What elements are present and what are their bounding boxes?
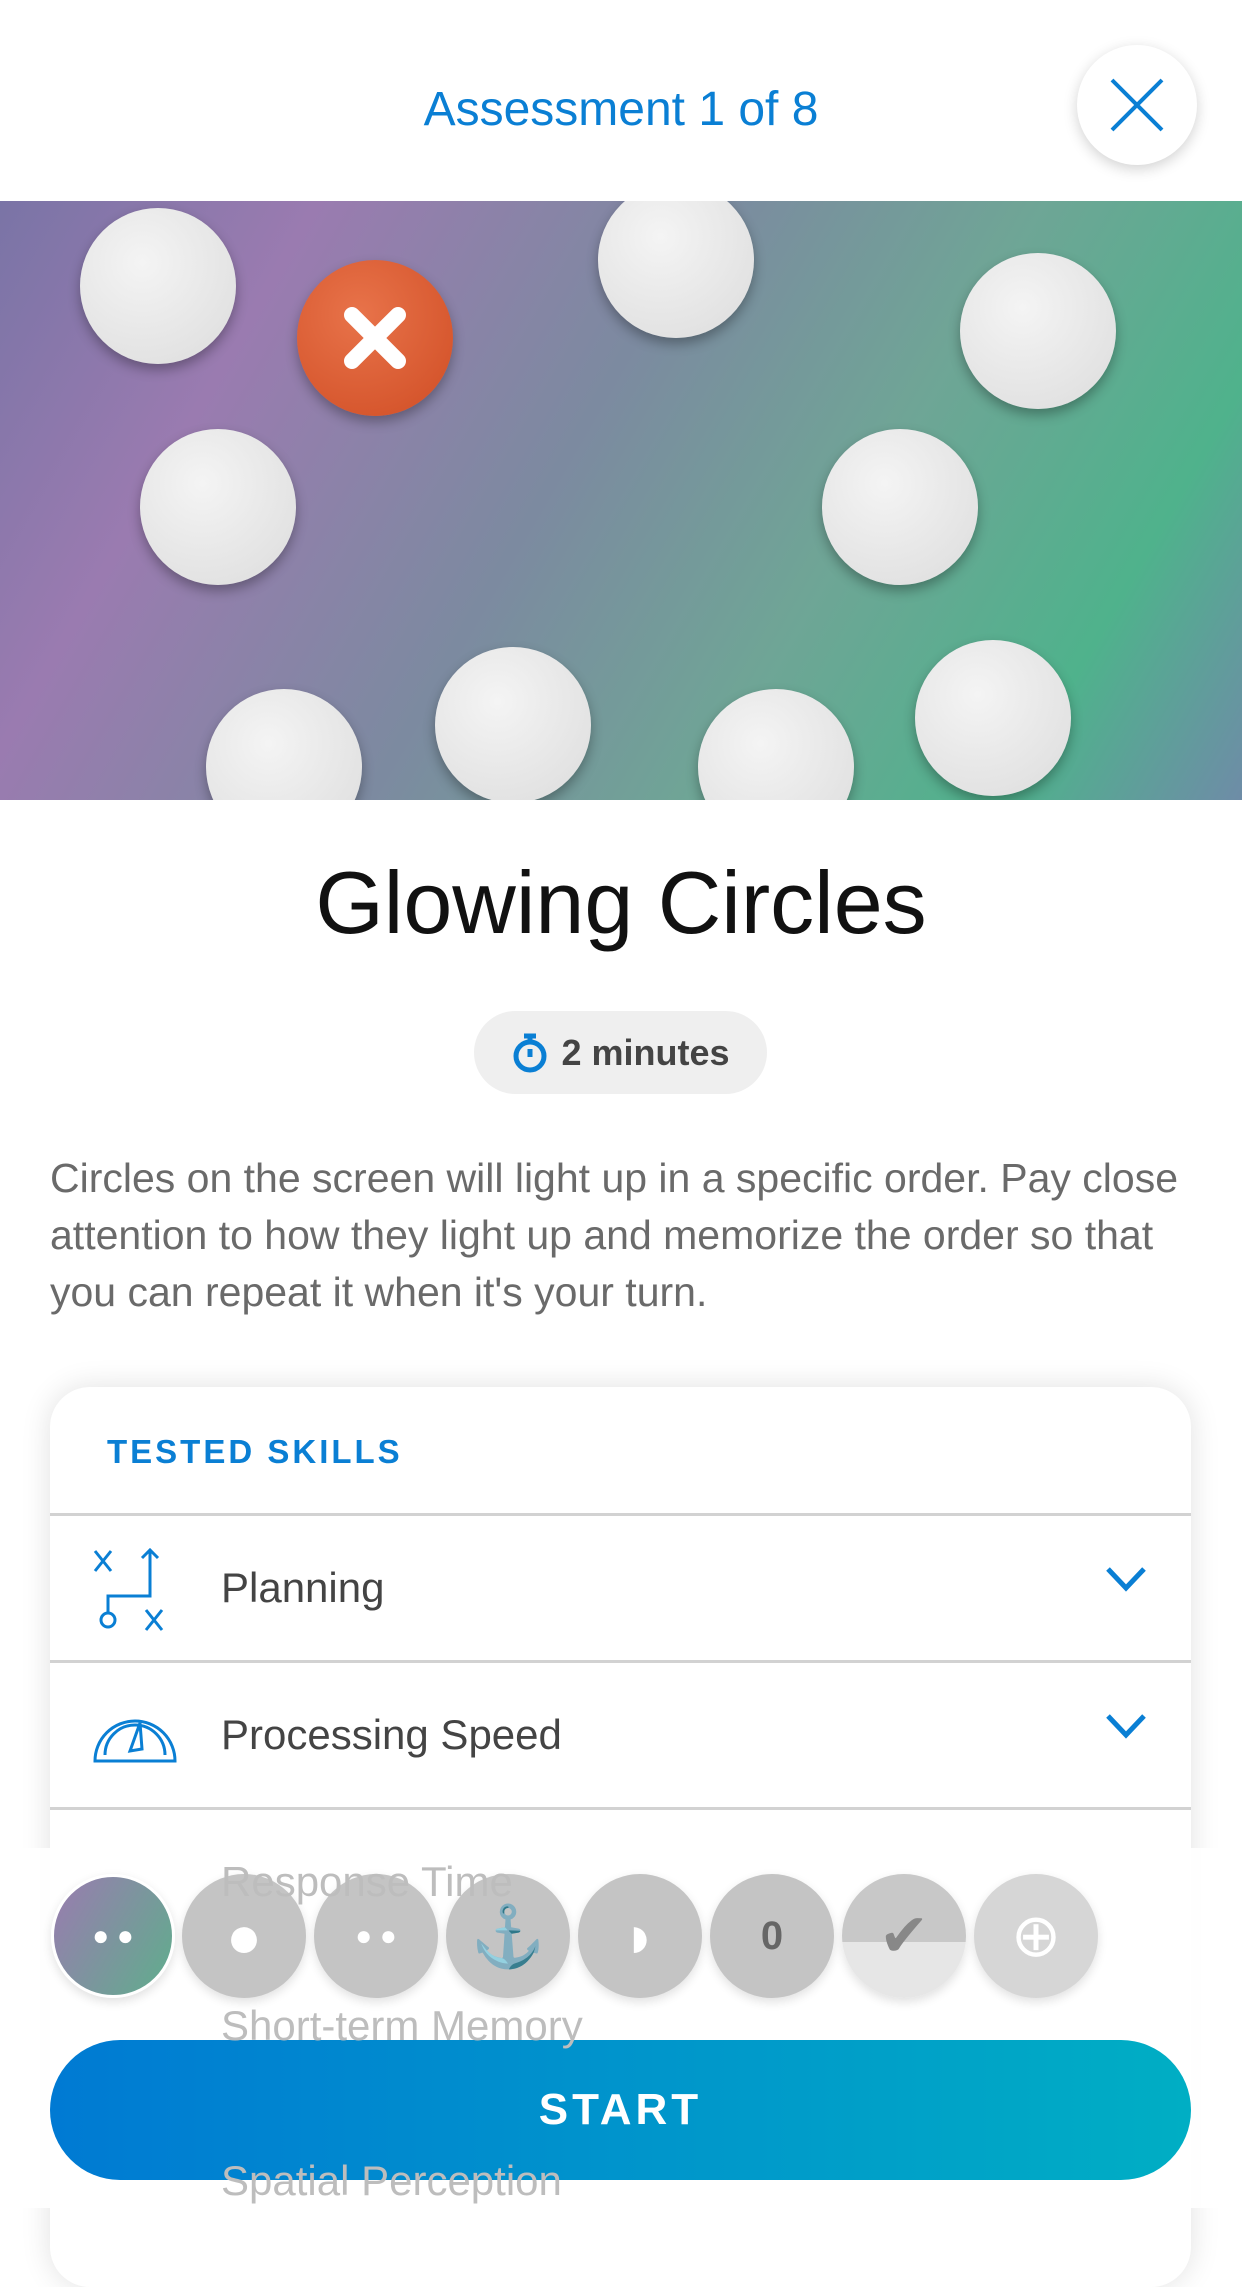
duration-badge: 2 minutes [474, 1011, 767, 1094]
assessment-thumb-8[interactable]: ⊕ [974, 1874, 1098, 1998]
speedometer-icon [93, 1719, 177, 1763]
close-button[interactable] [1077, 45, 1197, 165]
circle [80, 208, 236, 364]
anchor-icon: ⚓ [470, 1902, 546, 1970]
circle [140, 429, 296, 585]
error-circle [297, 260, 453, 416]
skill-label: Spatial Perception [221, 2157, 562, 2204]
circle [698, 689, 854, 800]
skill-label: Processing Speed [221, 1711, 562, 1758]
checkmark-icon: ✔ [878, 1902, 930, 1969]
watermelon-icon: ◗ [621, 1902, 659, 1970]
planning-icon [93, 1547, 164, 1631]
skill-label: Short-term Memory [221, 2002, 583, 2049]
skill-label: Planning [221, 1564, 385, 1611]
number-dial-icon: 0 [760, 1913, 784, 1958]
chevron-down-icon[interactable] [1105, 1566, 1147, 1592]
stopwatch-icon [513, 1033, 547, 1072]
x-icon [344, 307, 406, 369]
assessment-thumb-7[interactable]: ✔ [842, 1874, 966, 1998]
circle [915, 640, 1071, 796]
skills-heading: TESTED SKILLS [107, 1433, 403, 1470]
circles-icon: ● ● [355, 1920, 397, 1951]
circles-icon: ● ● [92, 1920, 134, 1951]
circle-x-icon: ● [225, 1902, 263, 1970]
game-preview-image [0, 201, 1242, 800]
skill-label: Response Time [221, 1858, 513, 1905]
game-title: Glowing Circles [315, 853, 927, 952]
crosshair-icon: ⊕ [1010, 1902, 1062, 1969]
assessment-thumb-glowing-circles[interactable]: ● ● [51, 1874, 175, 1998]
assessment-thumb-6[interactable]: 0 [710, 1874, 834, 1998]
close-icon [1110, 78, 1164, 132]
duration-text: 2 minutes [561, 1031, 730, 1073]
skill-row-processing-speed[interactable]: Processing Speed [50, 1660, 1191, 1807]
circle [435, 647, 591, 800]
circle [960, 253, 1116, 409]
chevron-down-icon[interactable] [1105, 1713, 1147, 1739]
assessment-thumb-5[interactable]: ◗ [578, 1874, 702, 1998]
circle [206, 689, 362, 800]
circle [822, 429, 978, 585]
circle [598, 201, 754, 338]
skill-row-planning[interactable]: Planning [50, 1513, 1191, 1660]
page-title: Assessment 1 of 8 [423, 83, 819, 136]
header: Assessment 1 of 8 [0, 0, 1242, 201]
game-description: Circles on the screen will light up in a… [50, 1155, 1179, 1315]
